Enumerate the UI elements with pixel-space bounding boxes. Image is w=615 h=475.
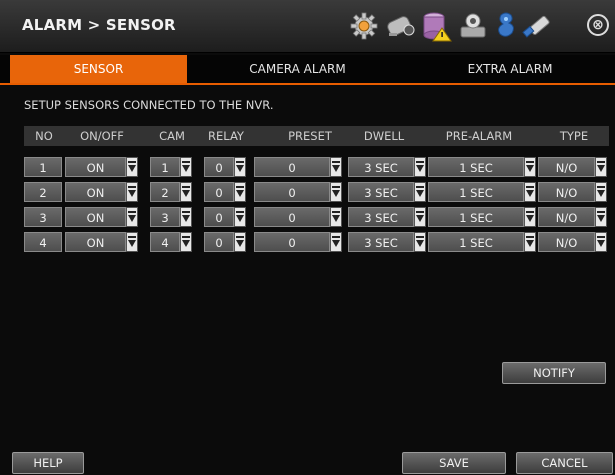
dropdown-arrow-icon[interactable] — [414, 207, 426, 227]
column-header-prealarm: PRE-ALARM — [445, 129, 513, 143]
cam-select[interactable]: 2 — [150, 182, 180, 202]
dropdown-arrow-icon[interactable] — [414, 182, 426, 202]
dropdown-arrow-icon[interactable] — [180, 157, 192, 177]
dropdown-arrow-icon[interactable] — [595, 182, 607, 202]
cam-select[interactable]: 3 — [150, 207, 180, 227]
usb-icon[interactable] — [522, 10, 554, 42]
column-header-dwell: DWELL — [363, 129, 405, 143]
table-row: 4 ON 4 0 0 3 SEC 1 SEC N/O — [24, 232, 609, 252]
column-header-relay: RELAY — [208, 129, 244, 143]
onoff-select[interactable]: ON — [65, 157, 126, 177]
dropdown-arrow-icon[interactable] — [524, 207, 536, 227]
type-select[interactable]: N/O — [538, 207, 595, 227]
sensor-number: 2 — [24, 182, 62, 202]
dropdown-arrow-icon[interactable] — [524, 157, 536, 177]
save-button[interactable]: SAVE — [402, 452, 506, 474]
table-row: 3 ON 3 0 0 3 SEC 1 SEC N/O — [24, 207, 609, 227]
column-header-preset: PRESET — [288, 129, 332, 143]
dwell-select[interactable]: 3 SEC — [348, 232, 414, 252]
dropdown-arrow-icon[interactable] — [126, 207, 138, 227]
cam-select[interactable]: 4 — [150, 232, 180, 252]
sensor-number: 3 — [24, 207, 62, 227]
tab-camera-alarm[interactable]: CAMERA ALARM — [205, 55, 390, 83]
prealarm-select[interactable]: 1 SEC — [428, 207, 524, 227]
dropdown-arrow-icon[interactable] — [414, 157, 426, 177]
dropdown-arrow-icon[interactable] — [126, 232, 138, 252]
page-title: ALARM > SENSOR — [22, 16, 176, 34]
cancel-button[interactable]: CANCEL — [516, 452, 613, 474]
network-icon[interactable] — [457, 10, 489, 42]
type-select[interactable]: N/O — [538, 157, 595, 177]
description-text: SETUP SENSORS CONNECTED TO THE NVR. — [24, 98, 274, 112]
settings-gear-icon[interactable] — [348, 10, 380, 42]
dropdown-arrow-icon[interactable] — [414, 232, 426, 252]
column-header-cam: CAM — [159, 129, 185, 143]
dwell-select[interactable]: 3 SEC — [348, 207, 414, 227]
tab-bar: SENSOR CAMERA ALARM EXTRA ALARM — [0, 55, 615, 85]
title-bar: ALARM > SENSOR ⊗ — [0, 0, 615, 53]
prealarm-select[interactable]: 1 SEC — [428, 157, 524, 177]
dropdown-arrow-icon[interactable] — [180, 182, 192, 202]
relay-select[interactable]: 0 — [204, 182, 234, 202]
help-button[interactable]: HELP — [12, 452, 84, 474]
onoff-select[interactable]: ON — [65, 207, 126, 227]
dropdown-arrow-icon[interactable] — [595, 232, 607, 252]
table-row: 2 ON 2 0 0 3 SEC 1 SEC N/O — [24, 182, 609, 202]
dropdown-arrow-icon[interactable] — [330, 182, 342, 202]
dropdown-arrow-icon[interactable] — [234, 157, 246, 177]
column-header-onoff: ON/OFF — [80, 129, 124, 143]
sensor-number: 4 — [24, 232, 62, 252]
dropdown-arrow-icon[interactable] — [180, 207, 192, 227]
type-select[interactable]: N/O — [538, 232, 595, 252]
dropdown-arrow-icon[interactable] — [180, 232, 192, 252]
tab-sensor[interactable]: SENSOR — [10, 55, 187, 83]
storage-warning-icon[interactable] — [420, 10, 452, 42]
dropdown-arrow-icon[interactable] — [330, 207, 342, 227]
dropdown-arrow-icon[interactable] — [524, 182, 536, 202]
dwell-select[interactable]: 3 SEC — [348, 182, 414, 202]
dropdown-arrow-icon[interactable] — [330, 157, 342, 177]
prealarm-select[interactable]: 1 SEC — [428, 232, 524, 252]
table-header: NO ON/OFF CAM RELAY PRESET DWELL PRE-ALA… — [24, 126, 609, 146]
onoff-select[interactable]: ON — [65, 232, 126, 252]
table-row: 1 ON 1 0 0 3 SEC 1 SEC N/O — [24, 157, 609, 177]
type-select[interactable]: N/O — [538, 182, 595, 202]
dropdown-arrow-icon[interactable] — [126, 157, 138, 177]
user-icon[interactable] — [490, 10, 522, 42]
dropdown-arrow-icon[interactable] — [234, 182, 246, 202]
sensor-number: 1 — [24, 157, 62, 177]
relay-select[interactable]: 0 — [204, 207, 234, 227]
dwell-select[interactable]: 3 SEC — [348, 157, 414, 177]
preset-select[interactable]: 0 — [254, 182, 330, 202]
column-header-type: TYPE — [559, 129, 589, 143]
dropdown-arrow-icon[interactable] — [234, 232, 246, 252]
camera-icon[interactable] — [385, 10, 417, 42]
dropdown-arrow-icon[interactable] — [330, 232, 342, 252]
dropdown-arrow-icon[interactable] — [126, 182, 138, 202]
preset-select[interactable]: 0 — [254, 207, 330, 227]
prealarm-select[interactable]: 1 SEC — [428, 182, 524, 202]
preset-select[interactable]: 0 — [254, 232, 330, 252]
close-icon[interactable]: ⊗ — [587, 14, 609, 36]
column-header-no: NO — [35, 129, 53, 143]
preset-select[interactable]: 0 — [254, 157, 330, 177]
cam-select[interactable]: 1 — [150, 157, 180, 177]
dropdown-arrow-icon[interactable] — [524, 232, 536, 252]
relay-select[interactable]: 0 — [204, 232, 234, 252]
notify-button[interactable]: NOTIFY — [502, 362, 606, 384]
onoff-select[interactable]: ON — [65, 182, 126, 202]
dropdown-arrow-icon[interactable] — [595, 207, 607, 227]
tab-extra-alarm[interactable]: EXTRA ALARM — [410, 55, 610, 83]
relay-select[interactable]: 0 — [204, 157, 234, 177]
dropdown-arrow-icon[interactable] — [234, 207, 246, 227]
dropdown-arrow-icon[interactable] — [595, 157, 607, 177]
